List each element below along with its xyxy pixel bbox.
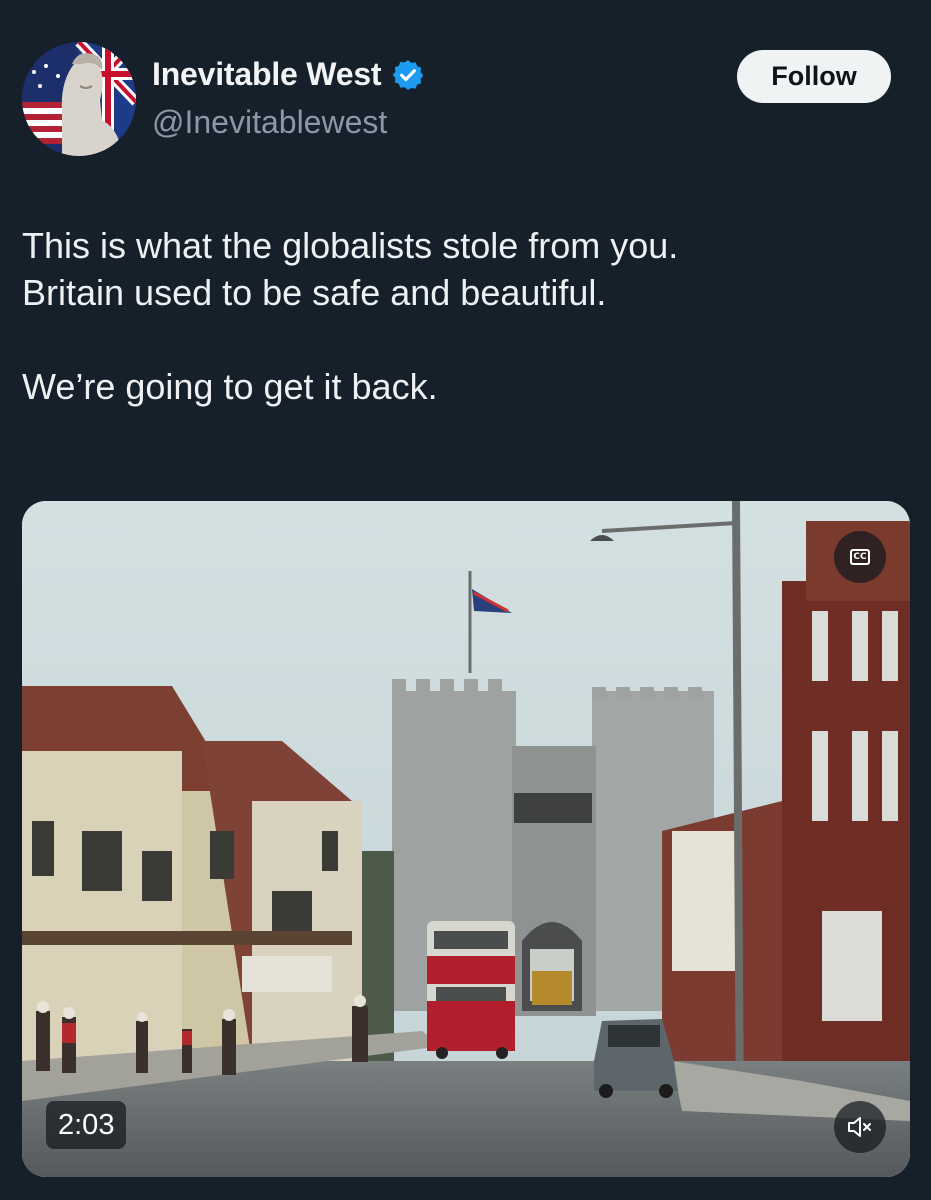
tweet-line-break bbox=[22, 316, 902, 363]
statue-flags-avatar-icon bbox=[22, 42, 136, 156]
tweet-text: This is what the globalists stole from y… bbox=[22, 222, 902, 410]
video-player[interactable]: CC 2:03 bbox=[22, 501, 910, 1177]
muted-speaker-icon bbox=[848, 1117, 871, 1137]
tweet-line: We’re going to get it back. bbox=[22, 366, 438, 407]
tweet-line: Britain used to be safe and beautiful. bbox=[22, 272, 607, 313]
video-frame-street-scene bbox=[22, 501, 910, 1177]
author-handle[interactable]: @Inevitablewest bbox=[152, 104, 387, 141]
author-display-name[interactable]: Inevitable West bbox=[152, 56, 382, 93]
author-name-row: Inevitable West bbox=[152, 56, 425, 93]
author-avatar[interactable] bbox=[22, 42, 136, 156]
tweet-line: This is what the globalists stole from y… bbox=[22, 225, 679, 266]
mute-toggle-button[interactable] bbox=[834, 1101, 886, 1153]
verified-badge-icon bbox=[393, 59, 424, 90]
follow-button[interactable]: Follow bbox=[737, 50, 891, 103]
closed-captions-icon: CC bbox=[850, 549, 870, 565]
closed-captions-button[interactable]: CC bbox=[834, 531, 886, 583]
video-duration: 2:03 bbox=[46, 1101, 127, 1149]
